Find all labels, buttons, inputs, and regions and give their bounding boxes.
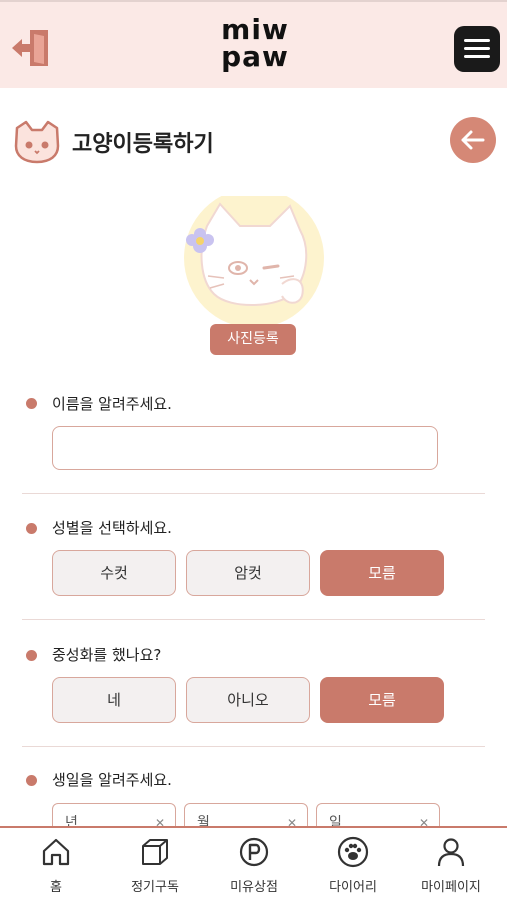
hamburger-line xyxy=(464,47,490,50)
divider xyxy=(22,493,485,494)
question-bullet xyxy=(26,775,37,786)
neutered-option-no[interactable]: 아니오 xyxy=(186,677,310,723)
title-row: 고양이등록하기 xyxy=(0,112,507,168)
question-bullet xyxy=(26,523,37,534)
logo-line-2: paw xyxy=(221,40,289,73)
arrow-left-icon xyxy=(461,130,485,150)
question-bullet xyxy=(26,650,37,661)
p-coin-icon xyxy=(239,837,269,867)
birthday-question-label: 생일을 알려주세요. xyxy=(52,771,172,789)
neutered-question-label: 중성화를 했나요? xyxy=(52,646,162,664)
neutered-option-yes[interactable]: 네 xyxy=(52,677,176,723)
divider xyxy=(22,746,485,747)
app-header: miw paw xyxy=(0,0,507,88)
gender-option-male[interactable]: 수컷 xyxy=(52,550,176,596)
cat-illustration xyxy=(184,188,324,328)
page-title: 고양이등록하기 xyxy=(72,132,214,157)
nav-item-diary[interactable]: 다이어리 xyxy=(303,834,403,896)
gender-option-unknown[interactable]: 모름 xyxy=(320,550,444,596)
nav-label-diary: 다이어리 xyxy=(329,880,377,895)
paw-icon xyxy=(337,836,369,868)
nav-label-home: 홈 xyxy=(50,880,62,895)
menu-button[interactable] xyxy=(454,26,500,72)
exit-door-icon xyxy=(12,30,48,66)
nav-item-home[interactable]: 홈 xyxy=(6,834,106,896)
nav-item-subscription[interactable]: 정기구독 xyxy=(105,834,205,896)
cat-photo[interactable] xyxy=(182,188,327,328)
question-bullet xyxy=(26,398,37,409)
nav-item-shop[interactable]: 미유상점 xyxy=(204,834,304,896)
nav-label-mypage: 마이페이지 xyxy=(421,880,481,895)
name-question-label: 이름을 알려주세요. xyxy=(52,395,172,413)
nav-label-shop: 미유상점 xyxy=(230,880,278,895)
user-icon xyxy=(437,838,465,867)
app-logo[interactable]: miw paw xyxy=(213,16,297,76)
home-icon xyxy=(42,838,70,866)
gender-question-label: 성별을 선택하세요. xyxy=(52,519,172,537)
nav-label-subscription: 정기구독 xyxy=(131,880,179,895)
bottom-navigation: 홈 정기구독 미유상점 다이어리 마이페이지 xyxy=(0,826,507,900)
box-icon xyxy=(142,839,168,865)
cat-face-icon xyxy=(14,120,60,164)
divider xyxy=(22,619,485,620)
hamburger-menu-icon xyxy=(464,39,490,42)
logo-line-1: miw xyxy=(221,13,289,46)
photo-register-button[interactable]: 사진등록 xyxy=(210,324,296,355)
hamburger-line xyxy=(464,55,490,58)
name-input[interactable] xyxy=(52,426,438,470)
nav-item-mypage[interactable]: 마이페이지 xyxy=(401,834,501,896)
exit-button[interactable] xyxy=(8,26,56,70)
gender-option-female[interactable]: 암컷 xyxy=(186,550,310,596)
neutered-option-unknown[interactable]: 모름 xyxy=(320,677,444,723)
back-button[interactable] xyxy=(450,117,496,163)
